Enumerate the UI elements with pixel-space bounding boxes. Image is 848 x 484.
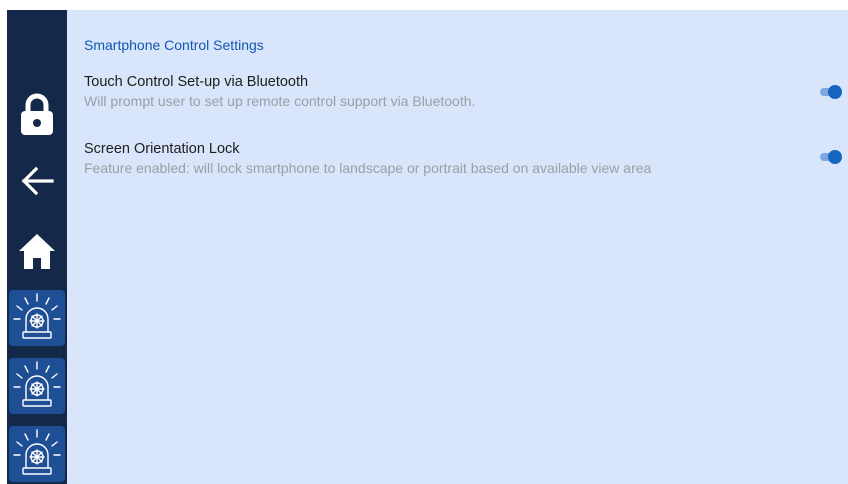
toggle-thumb — [828, 150, 842, 164]
back-arrow-icon — [21, 166, 54, 196]
sidebar — [7, 10, 67, 484]
alarm-beacon-icon — [13, 429, 61, 475]
alarm-button-3[interactable] — [9, 426, 65, 482]
lock-button[interactable] — [9, 86, 65, 142]
setting-description: Will prompt user to set up remote contro… — [84, 93, 476, 109]
back-button[interactable] — [9, 156, 65, 206]
home-button[interactable] — [9, 224, 65, 278]
app-window: Smartphone Control Settings Touch Contro… — [0, 0, 848, 484]
touch-control-toggle[interactable] — [820, 85, 842, 99]
setting-orientation-lock[interactable]: Screen Orientation Lock Feature enabled:… — [84, 140, 824, 178]
alarm-button-1[interactable] — [9, 290, 65, 346]
home-icon — [19, 234, 55, 269]
setting-title: Touch Control Set-up via Bluetooth — [84, 74, 309, 90]
settings-panel: Smartphone Control Settings Touch Contro… — [67, 10, 848, 484]
lock-icon — [21, 93, 53, 135]
alarm-beacon-icon — [13, 293, 61, 339]
alarm-button-2[interactable] — [9, 358, 65, 414]
toggle-thumb — [828, 85, 842, 99]
alarm-beacon-icon — [13, 361, 61, 407]
setting-description: Feature enabled: will lock smartphone to… — [84, 160, 652, 176]
setting-title: Screen Orientation Lock — [84, 141, 240, 157]
section-title: Smartphone Control Settings — [84, 37, 264, 53]
setting-touch-control[interactable]: Touch Control Set-up via Bluetooth Will … — [84, 73, 824, 111]
orientation-lock-toggle[interactable] — [820, 150, 842, 164]
